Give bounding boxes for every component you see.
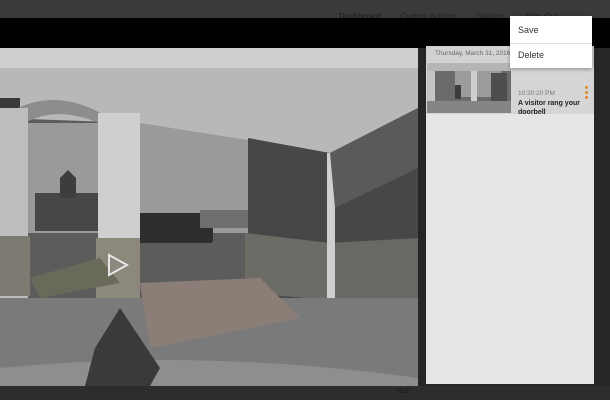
play-icon[interactable]	[107, 253, 129, 277]
event-list-item[interactable]: 10:30:20 PM A visitor rang your doorbell	[426, 62, 594, 116]
video-player[interactable]	[0, 48, 418, 386]
menu-item-save[interactable]: Save	[518, 25, 539, 35]
event-description: A visitor rang your doorbell	[518, 100, 580, 116]
background-temperature: 75.0°	[396, 389, 411, 395]
video-frame-image	[0, 48, 418, 386]
event-time: 10:30:20 PM	[518, 90, 555, 97]
background-thumbnail-strip	[0, 386, 610, 400]
event-thumbnail[interactable]	[427, 63, 511, 113]
event-date: Thursday, March 31, 2016	[435, 50, 511, 57]
menu-item-delete[interactable]: Delete	[518, 50, 544, 60]
kebab-menu-icon[interactable]	[585, 86, 588, 100]
events-side-panel: Thursday, March 31, 2016 10:30:20 PM A v…	[426, 46, 594, 384]
event-options-menu: Save Delete	[510, 16, 592, 68]
event-thumbnail-image	[427, 63, 511, 113]
menu-divider	[510, 43, 592, 44]
